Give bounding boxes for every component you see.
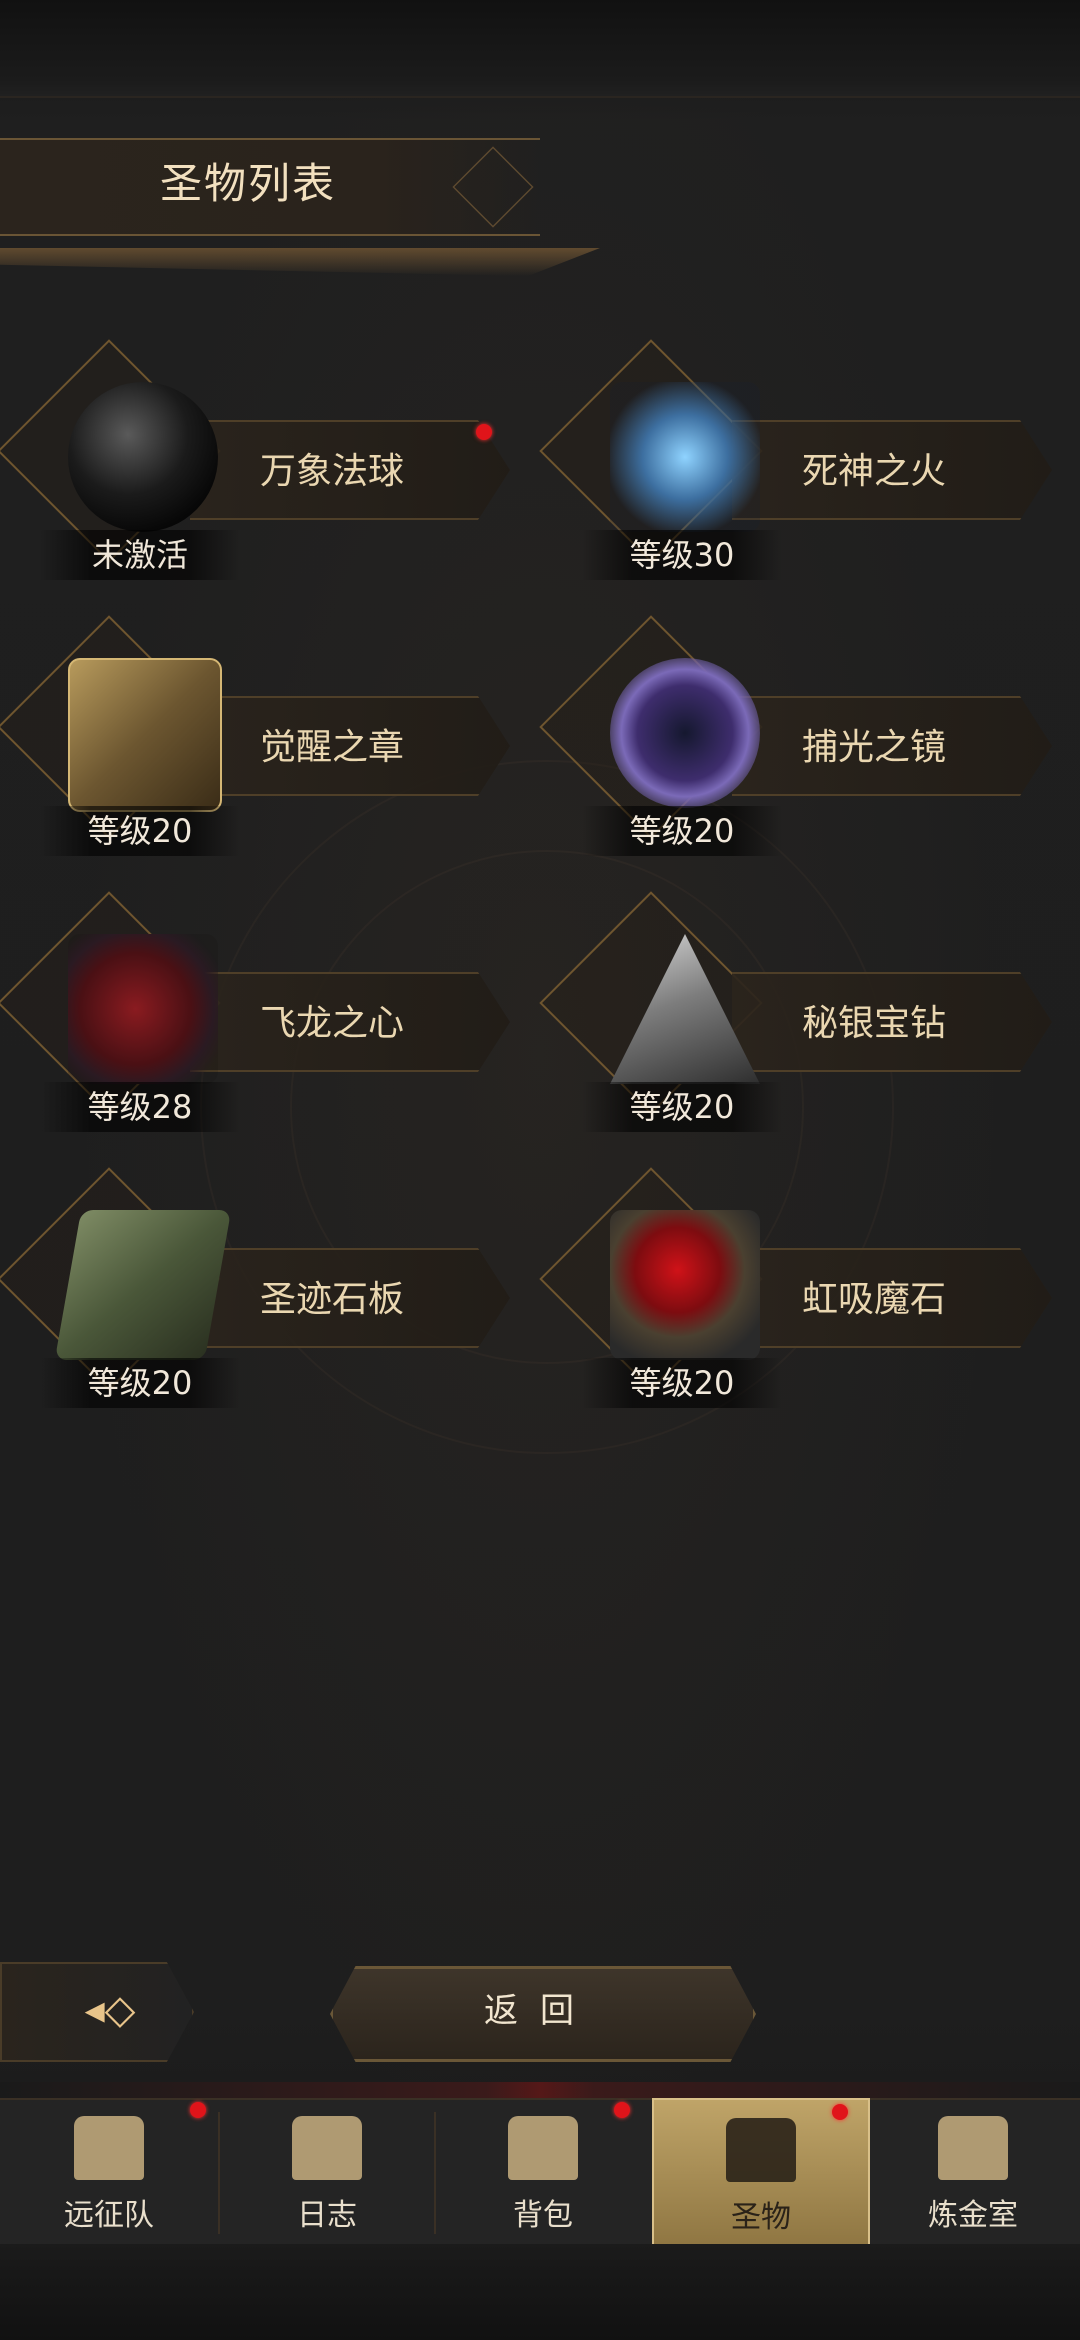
relic-name: 秘银宝钻 (802, 1003, 947, 1044)
relic-status: 等级20 (582, 1358, 782, 1408)
nav-item-alchemy[interactable]: 炼金室 (866, 2098, 1080, 2244)
nav-label: 圣物 (731, 2200, 791, 2235)
top-ornament-bar (0, 0, 1080, 98)
relic-name: 万象法球 (260, 451, 405, 492)
page-title: 圣物列表 (160, 159, 337, 208)
relic-status: 等级20 (582, 806, 782, 856)
relic-name: 捕光之镜 (802, 727, 947, 768)
arrow-left-diamond-icon: ◂◇ (84, 1987, 136, 2033)
relic-status: 等级28 (40, 1082, 240, 1132)
viking-helmet-icon (74, 2116, 144, 2180)
spectral-claw-icon (610, 382, 760, 532)
relic-status: 等级20 (40, 806, 240, 856)
nav-item-journal[interactable]: 日志 (220, 2098, 434, 2244)
relic-name: 死神之火 (802, 451, 947, 492)
stone-slab-icon (54, 1210, 232, 1360)
scroll-icon (292, 2116, 362, 2180)
relic-card-light-mirror[interactable]: 捕光之镜 等级20 (539, 615, 1062, 856)
relic-card-dragon-heart[interactable]: 飞龙之心 等级28 (0, 891, 520, 1132)
relic-name: 圣迹石板 (260, 1279, 405, 1320)
crystal-mirror-icon (610, 658, 760, 808)
relic-card-reaper-fire[interactable]: 死神之火 等级30 (539, 339, 1062, 580)
relic-card-wanxiang-orb[interactable]: 万象法球 未激活 (0, 339, 520, 580)
relic-name: 飞龙之心 (260, 1003, 405, 1044)
nav-label: 远征队 (64, 2198, 154, 2233)
back-button-label: 返回 (484, 1991, 596, 2031)
siphon-stone-icon (610, 1210, 760, 1360)
nav-label: 背包 (513, 2198, 573, 2233)
relic-card-holy-slab[interactable]: 圣迹石板 等级20 (0, 1167, 520, 1408)
notification-dot (832, 2104, 848, 2120)
nav-label: 日志 (297, 2198, 357, 2233)
notification-dot (190, 2102, 206, 2118)
relic-card-mithril-gem[interactable]: 秘银宝钻 等级20 (539, 891, 1062, 1132)
relic-status: 未激活 (40, 530, 240, 580)
relic-status: 等级30 (582, 530, 782, 580)
notification-dot (614, 2102, 630, 2118)
torch-icon (726, 2118, 796, 2182)
relic-status: 等级20 (40, 1358, 240, 1408)
black-orb-icon (68, 382, 218, 532)
relic-name: 觉醒之章 (260, 727, 405, 768)
alchemy-icon (938, 2116, 1008, 2180)
bottom-ornament-bar (0, 2244, 1080, 2340)
notification-dot (476, 424, 492, 440)
backpack-icon (508, 2116, 578, 2180)
relic-card-awakening-tome[interactable]: 觉醒之章 等级20 (0, 615, 520, 856)
relic-name: 虹吸魔石 (802, 1279, 947, 1320)
nav-item-expedition[interactable]: 远征队 (2, 2098, 216, 2244)
relic-card-siphon-stone[interactable]: 虹吸魔石 等级20 (539, 1167, 1062, 1408)
nav-label: 炼金室 (928, 2198, 1018, 2233)
relic-status: 等级20 (582, 1082, 782, 1132)
ancient-book-icon (68, 658, 222, 812)
nav-item-relics[interactable]: 圣物 (652, 2098, 870, 2248)
nav-item-backpack[interactable]: 背包 (436, 2098, 650, 2244)
dragon-heart-icon (68, 934, 218, 1084)
